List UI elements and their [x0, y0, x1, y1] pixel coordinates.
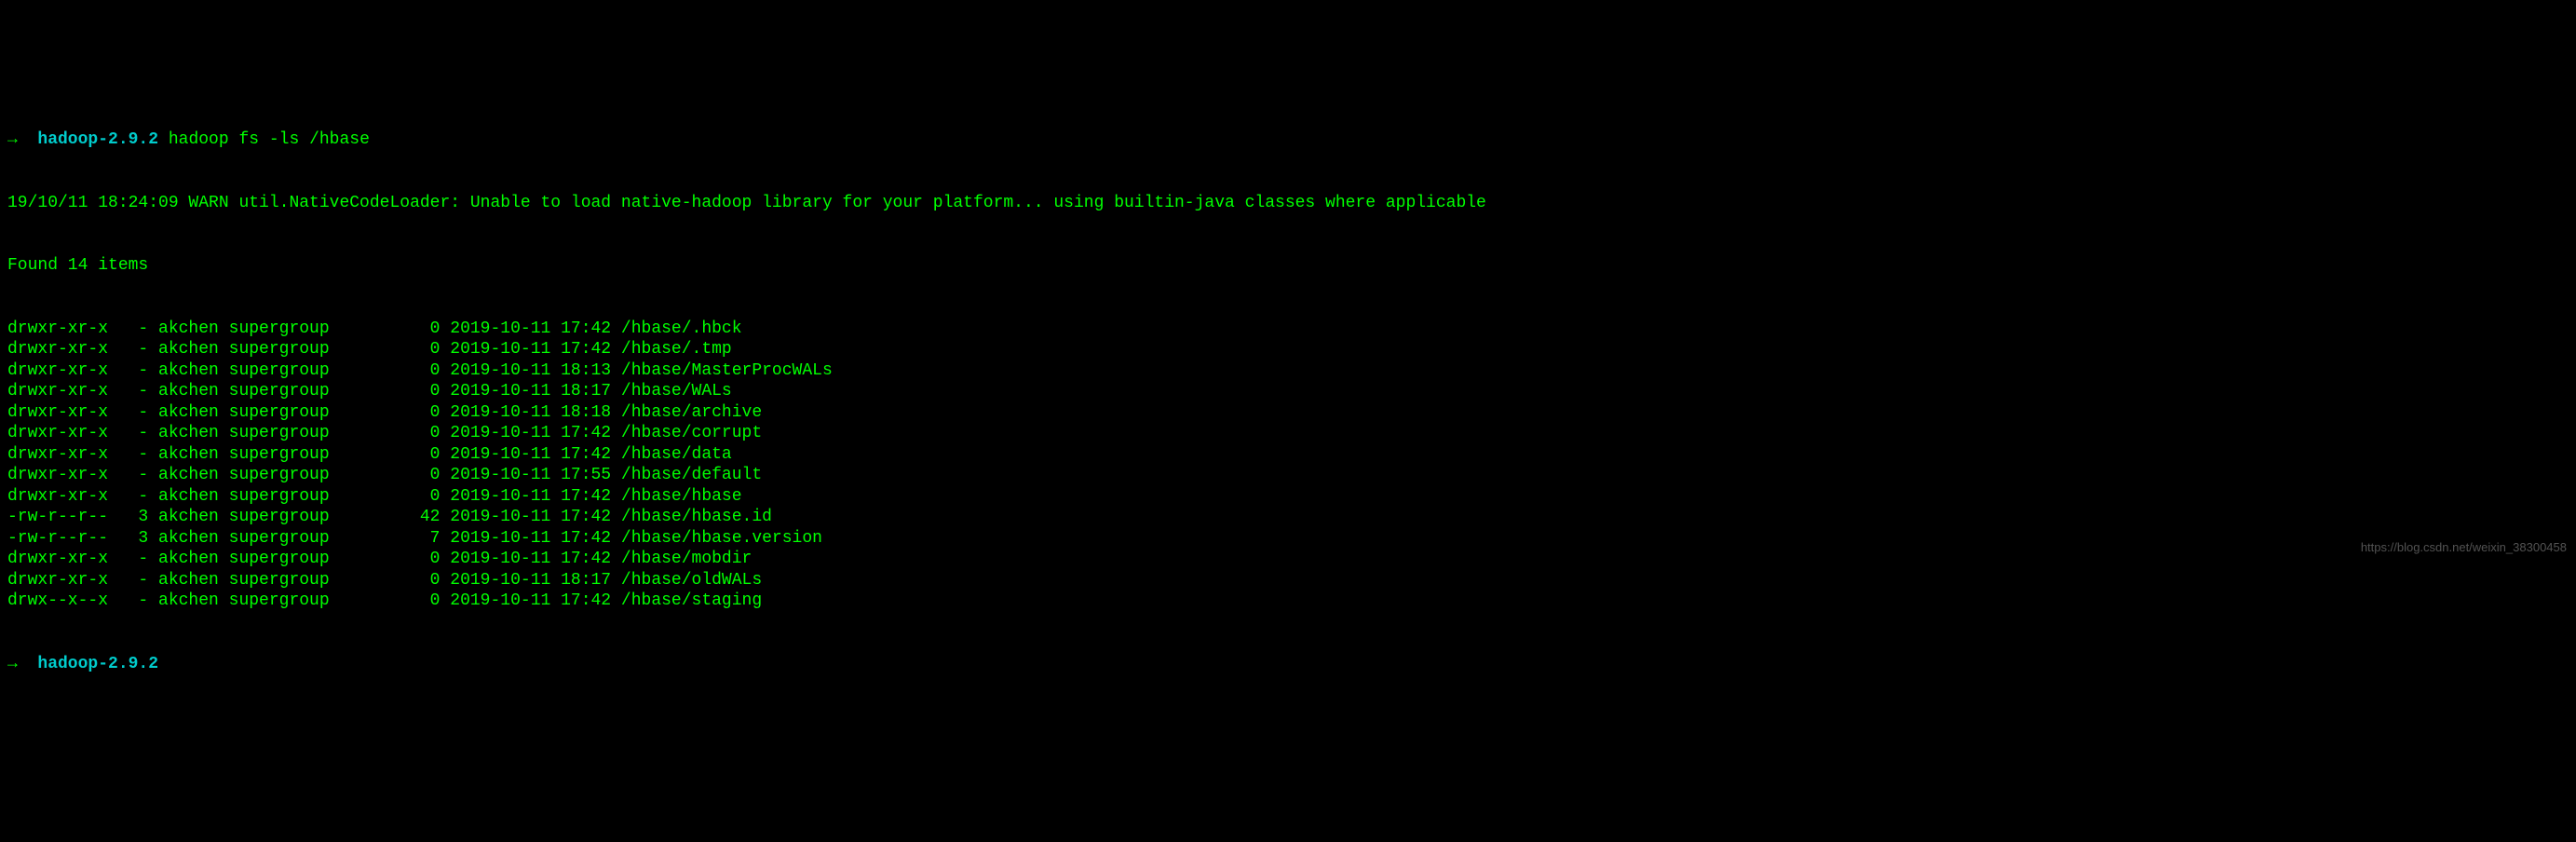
- command-text: hadoop fs -ls /hbase: [169, 129, 370, 151]
- listing-row: -rw-r--r-- 3 akchen supergroup 42 2019-1…: [7, 507, 2569, 528]
- prompt-line-2[interactable]: → hadoop-2.9.2: [7, 654, 2569, 675]
- prompt-host: hadoop-2.9.2: [37, 129, 158, 151]
- listing-row: drwxr-xr-x - akchen supergroup 0 2019-10…: [7, 465, 2569, 486]
- listing-row: drwxr-xr-x - akchen supergroup 0 2019-10…: [7, 570, 2569, 591]
- listing-row: -rw-r--r-- 3 akchen supergroup 7 2019-10…: [7, 528, 2569, 550]
- warn-output-line: 19/10/11 18:24:09 WARN util.NativeCodeLo…: [7, 193, 2569, 214]
- listing-row: drwxr-xr-x - akchen supergroup 0 2019-10…: [7, 402, 2569, 424]
- listing-row: drwx--x--x - akchen supergroup 0 2019-10…: [7, 591, 2569, 612]
- listing-row: drwxr-xr-x - akchen supergroup 0 2019-10…: [7, 444, 2569, 466]
- prompt-arrow-icon: →: [7, 129, 37, 151]
- listing-row: drwxr-xr-x - akchen supergroup 0 2019-10…: [7, 381, 2569, 402]
- prompt-separator: [158, 129, 169, 151]
- prompt-arrow-icon: →: [7, 654, 37, 675]
- found-items-line: Found 14 items: [7, 255, 2569, 277]
- terminal-output: → hadoop-2.9.2 hadoop fs -ls /hbase 19/1…: [7, 88, 2569, 696]
- prompt-host: hadoop-2.9.2: [37, 654, 158, 675]
- listing-row: drwxr-xr-x - akchen supergroup 0 2019-10…: [7, 423, 2569, 444]
- listing-row: drwxr-xr-x - akchen supergroup 0 2019-10…: [7, 486, 2569, 508]
- listing-row: drwxr-xr-x - akchen supergroup 0 2019-10…: [7, 319, 2569, 340]
- watermark-text: https://blog.csdn.net/weixin_38300458: [2361, 540, 2567, 555]
- listing-row: drwxr-xr-x - akchen supergroup 0 2019-10…: [7, 339, 2569, 360]
- listing-row: drwxr-xr-x - akchen supergroup 0 2019-10…: [7, 360, 2569, 382]
- file-listing: drwxr-xr-x - akchen supergroup 0 2019-10…: [7, 319, 2569, 612]
- listing-row: drwxr-xr-x - akchen supergroup 0 2019-10…: [7, 549, 2569, 570]
- prompt-line-1[interactable]: → hadoop-2.9.2 hadoop fs -ls /hbase: [7, 129, 2569, 151]
